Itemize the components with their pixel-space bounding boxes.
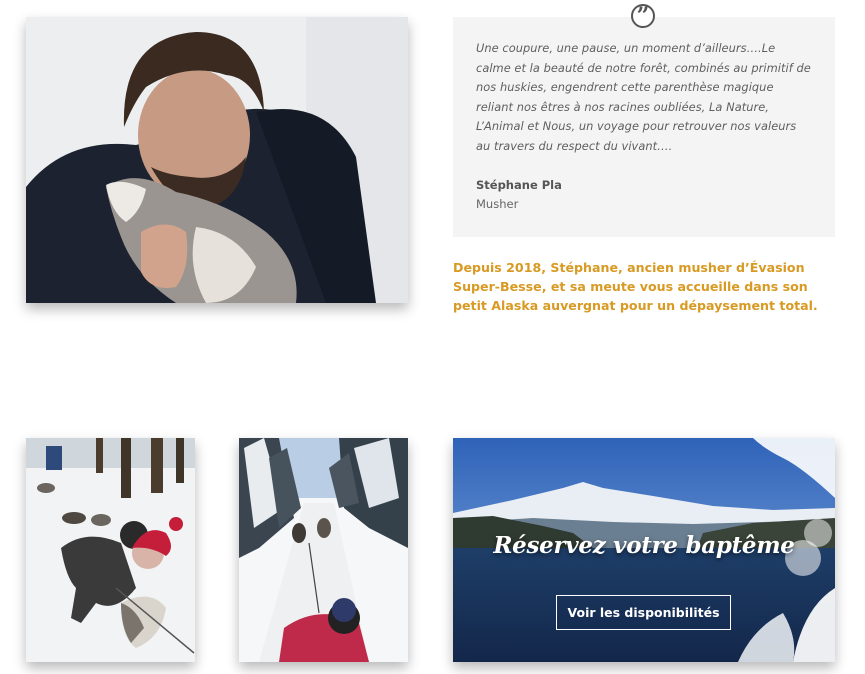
availability-button[interactable]: Voir les disponibilités xyxy=(556,595,731,630)
booking-banner: Réservez votre baptême Voir les disponib… xyxy=(453,438,835,662)
testimonial-role: Musher xyxy=(476,197,519,211)
intro-text: Depuis 2018, Stéphane, ancien musher d’É… xyxy=(453,260,818,313)
testimonial-card: Une coupure, une pause, un moment d’aill… xyxy=(453,17,835,237)
child-with-huskies-photo xyxy=(26,438,195,662)
booking-title: Réservez votre baptême xyxy=(493,532,795,559)
testimonial-text: Une coupure, une pause, un moment d’aill… xyxy=(476,41,811,153)
dog-sled-forest-trail-photo xyxy=(239,438,408,662)
testimonial-author: Stéphane Pla xyxy=(476,178,562,192)
musher-with-husky-photo xyxy=(26,17,408,303)
quote-icon: ” xyxy=(631,3,655,29)
